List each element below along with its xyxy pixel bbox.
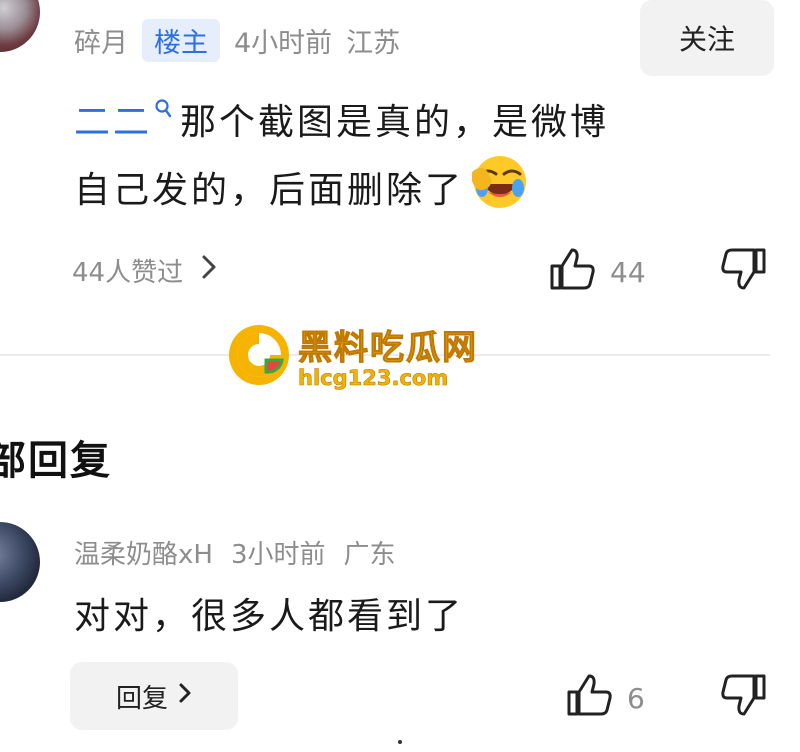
location: 江苏 — [346, 27, 401, 59]
page-indicator-dot — [398, 740, 402, 744]
mention-link[interactable]: 二二 — [74, 102, 152, 143]
thumbs-up-icon — [565, 672, 613, 725]
thumbs-down-icon — [720, 674, 768, 722]
thumbs-down-icon — [720, 248, 768, 296]
like-count: 6 — [627, 682, 645, 715]
thumbs-up-icon — [548, 246, 596, 299]
laughing-face-emoji — [470, 154, 528, 230]
reply-meta: 温柔奶酪xH 3小时前 广东 — [74, 532, 396, 572]
reply-button[interactable]: 回复 — [70, 662, 238, 730]
username[interactable]: 温柔奶酪xH — [74, 534, 213, 571]
avatar[interactable] — [0, 522, 40, 602]
liked-by-text: 44人赞过 — [72, 258, 184, 288]
username[interactable]: 碎月 — [74, 21, 128, 60]
avatar[interactable] — [0, 0, 40, 52]
timestamp: 4小时前 — [234, 27, 333, 59]
watermark-logo-icon — [226, 322, 292, 392]
comment-line-2: 自己发的，后面删除了 — [74, 170, 465, 211]
liked-by-link[interactable]: 44人赞过 — [72, 252, 217, 289]
follow-button[interactable]: 关注 — [640, 0, 774, 76]
location: 广东 — [343, 539, 396, 570]
dislike-button[interactable] — [720, 246, 768, 296]
watermark-url: hlcg123.com — [298, 366, 449, 391]
comment-text: 二二 那个截图是真的，是微博 自己发的，后面删除了 — [74, 92, 764, 230]
comment-meta: 碎月 楼主 4小时前 江苏 — [74, 18, 400, 62]
reply-text: 对对，很多人都看到了 — [74, 596, 465, 637]
reply-label: 回复 — [115, 683, 168, 714]
search-icon[interactable] — [154, 78, 174, 140]
like-button[interactable]: 6 — [565, 672, 645, 725]
like-count: 44 — [610, 256, 646, 289]
watermark-name: 黑料吃瓜网 — [298, 328, 478, 369]
chevron-right-icon — [178, 681, 192, 711]
timestamp: 3小时前 — [230, 539, 326, 570]
chevron-right-icon — [201, 254, 217, 287]
comment-line-1: 那个截图是真的，是微博 — [180, 102, 610, 143]
op-badge: 楼主 — [142, 18, 220, 62]
like-button[interactable]: 44 — [548, 246, 646, 299]
dislike-button[interactable] — [720, 672, 768, 722]
section-title: 部回复 — [0, 438, 112, 484]
